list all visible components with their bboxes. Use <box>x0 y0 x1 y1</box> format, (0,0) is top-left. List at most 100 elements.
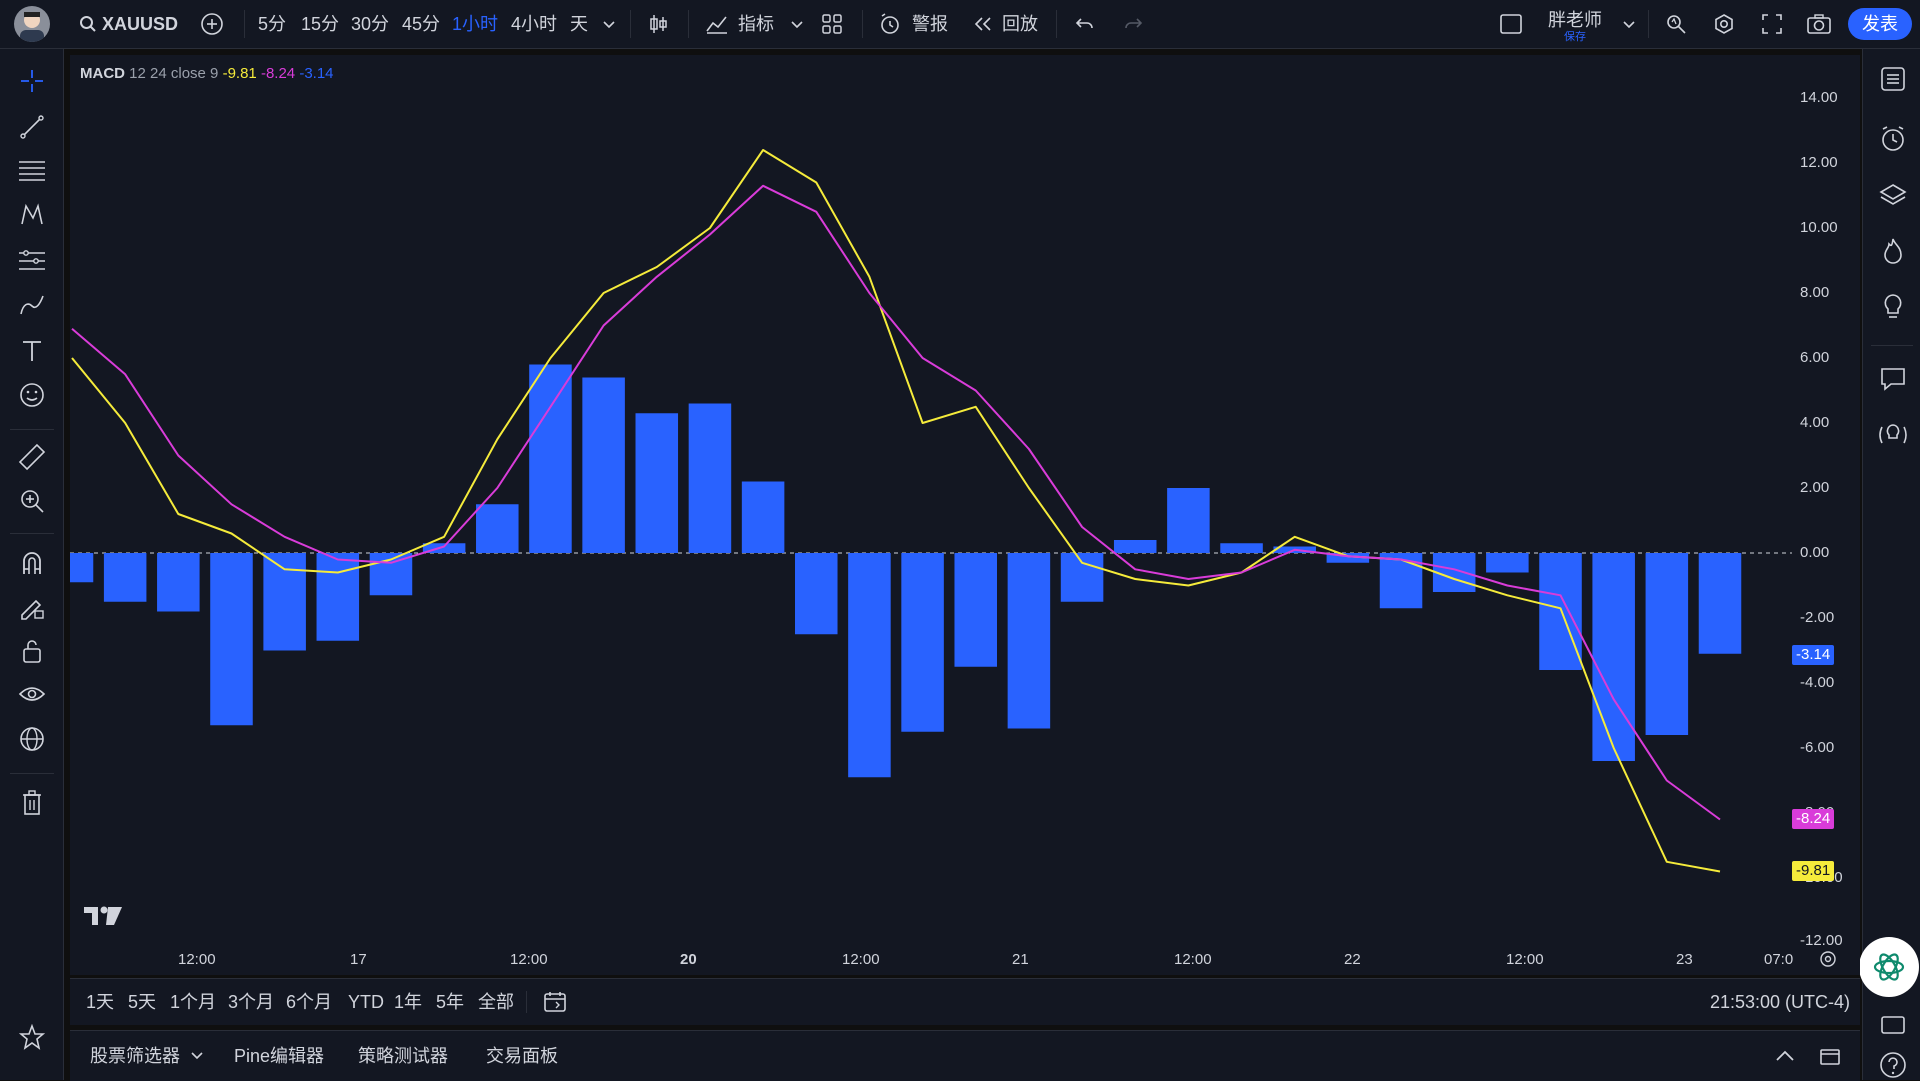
interval-15m[interactable]: 15分 <box>301 0 339 48</box>
pattern-icon[interactable] <box>16 199 48 231</box>
range-5y[interactable]: 5年 <box>436 979 464 1025</box>
histogram-bar <box>263 553 306 651</box>
ruler-icon[interactable] <box>16 441 48 473</box>
range-1y[interactable]: 1年 <box>394 979 422 1025</box>
fib-lines-icon[interactable] <box>16 155 48 187</box>
histogram-bar <box>635 413 679 553</box>
histogram-bar <box>1645 553 1689 735</box>
watchlist-icon[interactable] <box>1877 63 1909 95</box>
chevron-down-icon[interactable] <box>790 18 804 32</box>
axis-settings-icon[interactable] <box>1818 949 1838 969</box>
ideas-stream-icon[interactable] <box>1873 419 1913 451</box>
search-icon[interactable] <box>78 14 98 34</box>
time-tick: 22 <box>1344 951 1361 968</box>
trash-icon[interactable] <box>16 787 48 819</box>
panel-tabs: 股票筛选器 Pine编辑器 策略测试器 交易面板 <box>70 1030 1860 1081</box>
crosshair-icon[interactable] <box>16 65 48 97</box>
indicator-legend[interactable]: MACD 12 24 close 9 -9.81 -8.24 -3.14 <box>80 65 334 82</box>
zoom-in-icon[interactable] <box>16 485 48 517</box>
fire-icon[interactable] <box>1877 235 1909 267</box>
tradingview-logo[interactable] <box>84 905 124 932</box>
lightbulb-icon[interactable] <box>1877 291 1909 323</box>
range-ytd[interactable]: YTD <box>348 979 384 1025</box>
interval-45m[interactable]: 45分 <box>402 0 440 48</box>
clock-display[interactable]: 21:53:00 (UTC-4) <box>1710 979 1850 1025</box>
chevron-up-icon[interactable] <box>1774 1047 1796 1065</box>
help-icon[interactable] <box>1877 1049 1909 1081</box>
settings-icon[interactable] <box>1712 12 1736 36</box>
price-tick: 10.00 <box>1800 219 1838 236</box>
tab-pine-editor[interactable]: Pine编辑器 <box>234 1031 324 1081</box>
tab-trading-panel[interactable]: 交易面板 <box>486 1031 558 1081</box>
emoji-icon[interactable] <box>16 379 48 411</box>
redo-icon[interactable] <box>1122 14 1144 34</box>
chevron-down-icon[interactable] <box>1622 18 1636 32</box>
user-avatar[interactable] <box>14 6 50 42</box>
undo-icon[interactable] <box>1074 14 1096 34</box>
price-tick: -4.00 <box>1800 674 1835 691</box>
indicators-button[interactable]: 指标 <box>738 0 774 48</box>
alert-button[interactable]: 警报 <box>912 0 948 48</box>
price-tick: 6.00 <box>1800 349 1830 366</box>
layout-grid-icon[interactable] <box>820 12 844 36</box>
chat-icon[interactable] <box>1877 363 1909 395</box>
maximize-panel-icon[interactable] <box>1818 1045 1842 1067</box>
range-5d[interactable]: 5天 <box>128 979 156 1025</box>
right-sidebar <box>1859 49 1920 1081</box>
goto-date-icon[interactable] <box>542 989 568 1015</box>
camera-icon[interactable] <box>1806 12 1832 36</box>
histogram-bar <box>1167 488 1210 553</box>
price-tick: 2.00 <box>1800 479 1830 496</box>
range-6m[interactable]: 6个月 <box>286 979 332 1025</box>
chart-pane[interactable]: MACD 12 24 close 9 -9.81 -8.24 -3.14 14.… <box>70 55 1860 975</box>
interval-5m[interactable]: 5分 <box>258 0 286 48</box>
candles-icon[interactable] <box>646 12 670 36</box>
symbol-search[interactable]: XAUUSD <box>102 0 178 48</box>
indicators-icon[interactable] <box>704 12 730 36</box>
replay-button[interactable]: 回放 <box>1002 0 1038 48</box>
forecast-icon[interactable] <box>16 245 48 277</box>
magnet-icon[interactable] <box>16 547 48 579</box>
alert-clock-icon[interactable] <box>1877 123 1909 155</box>
layers-icon[interactable] <box>1877 179 1909 211</box>
chevron-down-icon[interactable] <box>190 1049 204 1063</box>
time-tick: 07:0 <box>1764 951 1794 968</box>
brush-icon[interactable] <box>16 289 48 321</box>
range-1m[interactable]: 1个月 <box>170 979 216 1025</box>
star-icon[interactable] <box>16 1021 48 1053</box>
range-all[interactable]: 全部 <box>478 979 514 1025</box>
signal-line <box>71 184 1721 821</box>
panel-icon[interactable] <box>1877 1009 1909 1041</box>
interval-1d[interactable]: 天 <box>570 0 588 48</box>
lock-icon[interactable] <box>16 635 48 667</box>
trend-line-icon[interactable] <box>16 111 48 143</box>
layout-icon[interactable] <box>1498 12 1524 36</box>
quick-search-icon[interactable] <box>1664 12 1688 36</box>
interval-4h[interactable]: 4小时 <box>511 0 557 48</box>
tab-strategy-tester[interactable]: 策略测试器 <box>358 1031 448 1081</box>
eye-icon[interactable] <box>16 679 48 711</box>
tab-stock-screener[interactable]: 股票筛选器 <box>90 1031 180 1081</box>
interval-1h[interactable]: 1小时 <box>452 0 498 48</box>
text-icon[interactable] <box>16 335 48 367</box>
globe-icon[interactable] <box>16 723 48 755</box>
chevron-down-icon[interactable] <box>602 18 616 32</box>
time-tick: 17 <box>350 951 367 968</box>
interval-30m[interactable]: 30分 <box>351 0 389 48</box>
histogram-bar <box>1113 540 1157 553</box>
fullscreen-icon[interactable] <box>1760 12 1784 36</box>
range-3m[interactable]: 3个月 <box>228 979 274 1025</box>
add-symbol-icon[interactable] <box>200 12 224 36</box>
histogram-bar <box>688 403 732 553</box>
signal-value-badge: -8.24 <box>1792 809 1835 829</box>
rewind-icon[interactable] <box>972 14 994 34</box>
histogram-bar <box>954 553 998 667</box>
publish-button[interactable]: 发表 <box>1848 8 1912 40</box>
macd-chart[interactable] <box>70 55 1860 975</box>
histogram-bar <box>103 553 147 602</box>
macd-value-badge: -9.81 <box>1792 861 1835 881</box>
range-1d[interactable]: 1天 <box>86 979 114 1025</box>
alarm-icon[interactable] <box>878 12 902 36</box>
assistant-icon[interactable] <box>1859 937 1919 997</box>
pencil-lock-icon[interactable] <box>16 591 48 623</box>
